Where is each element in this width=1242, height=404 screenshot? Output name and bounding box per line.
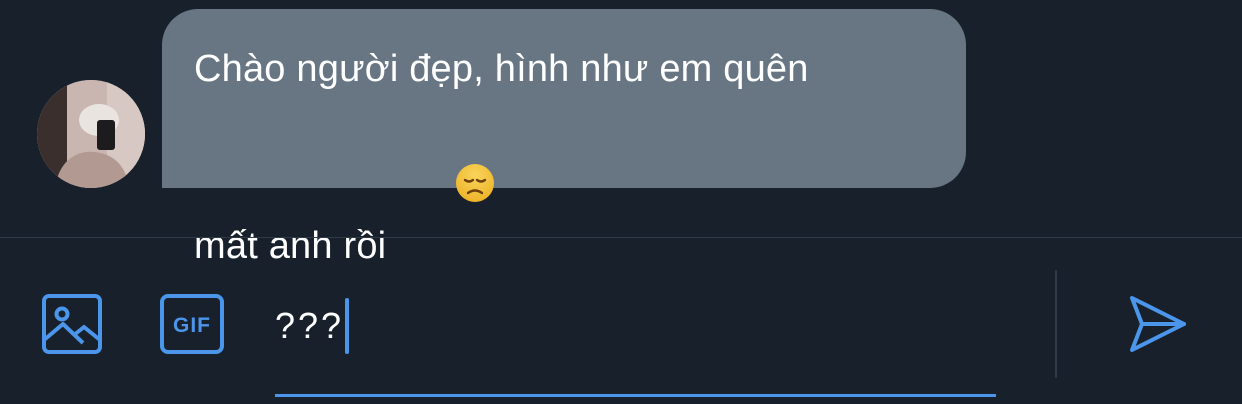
- message-text: Chào người đẹp, hình như em quên mất anh…: [194, 39, 934, 283]
- gif-label: GIF: [173, 314, 211, 337]
- message-input-container[interactable]: ???: [275, 280, 996, 398]
- composer-divider: [0, 237, 1242, 238]
- add-media-button[interactable]: [38, 290, 106, 358]
- message-input[interactable]: ???: [275, 298, 350, 354]
- input-underline: [275, 394, 996, 397]
- send-separator: [1055, 270, 1057, 378]
- send-button[interactable]: [1124, 290, 1192, 358]
- image-icon: [42, 294, 102, 354]
- message-input-value: ???: [275, 305, 345, 346]
- gif-icon: GIF: [160, 294, 224, 354]
- message-line-1: Chào người đẹp, hình như em quên: [194, 48, 809, 90]
- disappointed-face-emoji: [390, 100, 495, 283]
- send-icon: [1130, 296, 1186, 352]
- message-bubble[interactable]: Chào người đẹp, hình như em quên mất anh…: [162, 9, 966, 267]
- avatar[interactable]: [37, 80, 145, 188]
- message-line-2: mất anh rồi: [194, 225, 387, 267]
- text-caret: [345, 298, 350, 354]
- avatar-image: [37, 80, 145, 188]
- gif-button[interactable]: GIF: [157, 290, 227, 358]
